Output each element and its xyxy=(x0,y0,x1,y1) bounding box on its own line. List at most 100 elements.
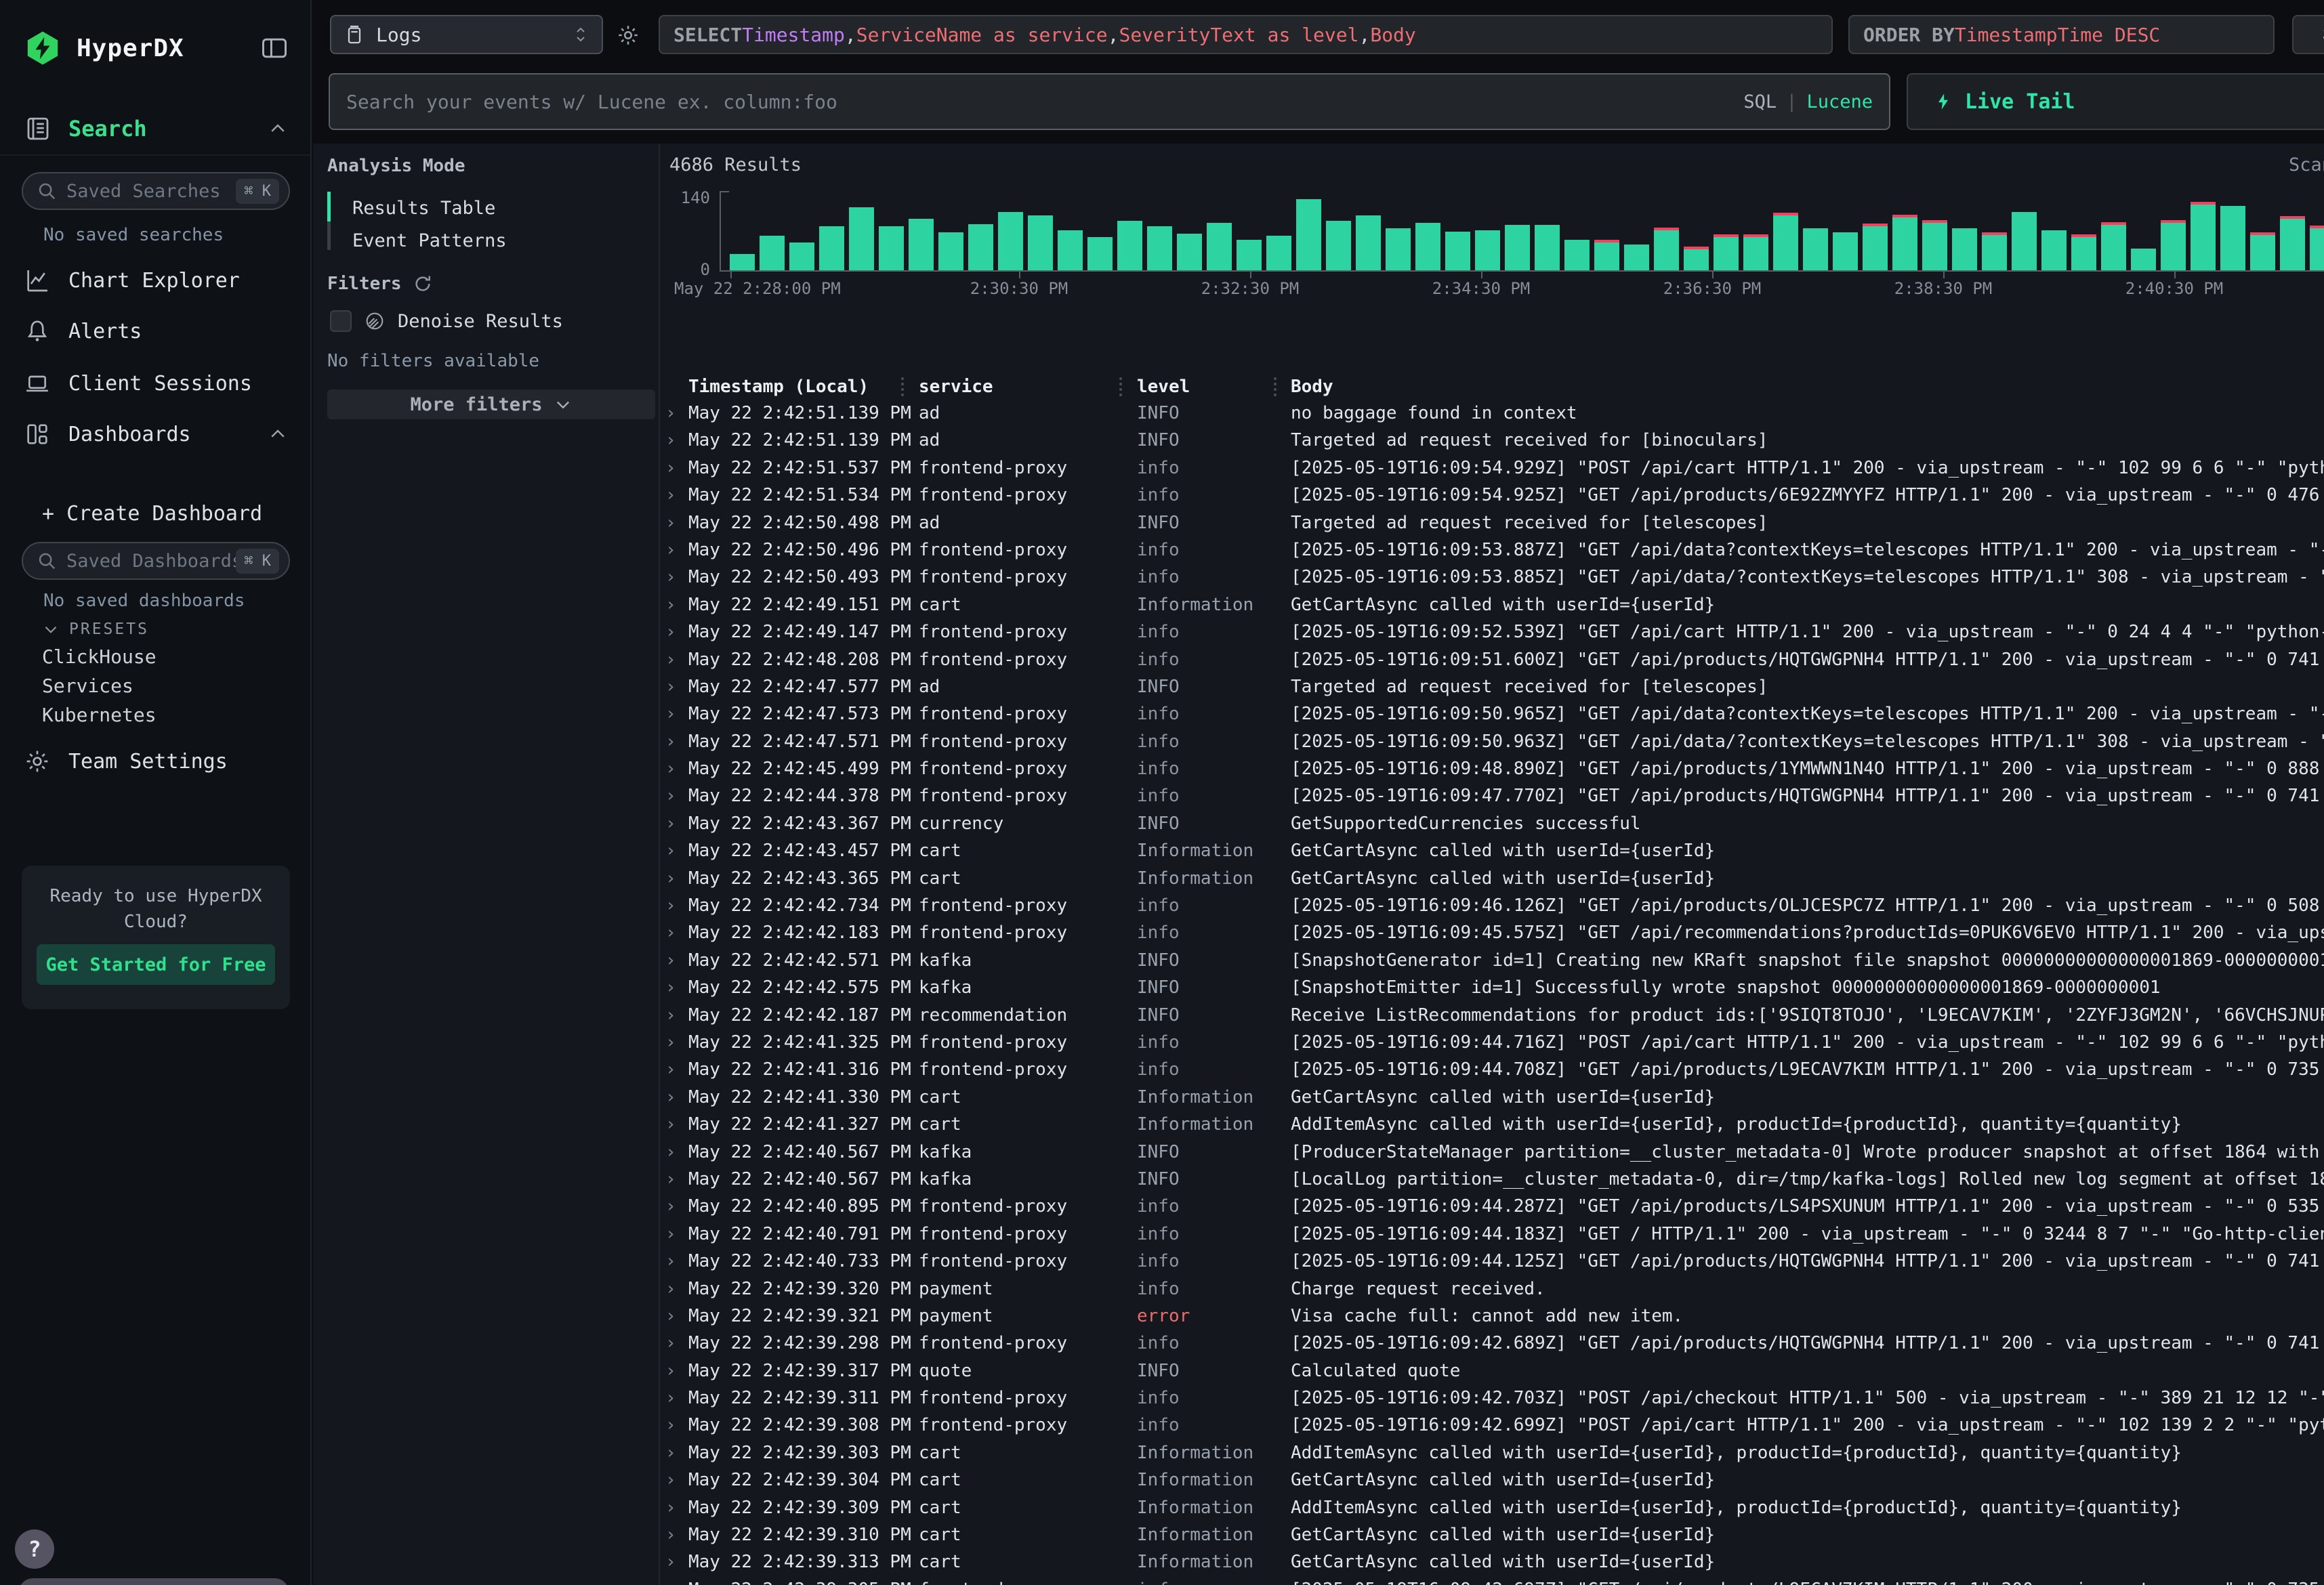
denoise-results-checkbox[interactable]: Denoise Results xyxy=(330,310,563,332)
chart-bar[interactable] xyxy=(1833,232,1858,270)
table-row[interactable]: ›May 22 2:42:40.567 PMkafkaINFO[LocalLog… xyxy=(664,1166,2324,1193)
row-expand-chevron-icon[interactable]: › xyxy=(665,755,676,782)
chart-bar[interactable] xyxy=(1594,240,1619,270)
table-row[interactable]: ›May 22 2:42:44.378 PMfrontend-proxyinfo… xyxy=(664,782,2324,809)
help-button[interactable]: ? xyxy=(15,1529,54,1569)
mode-lucene-toggle[interactable]: Lucene xyxy=(1806,91,1873,112)
row-expand-chevron-icon[interactable]: › xyxy=(665,427,676,454)
table-row[interactable]: ›May 22 2:42:39.308 PMfrontend-proxyinfo… xyxy=(664,1412,2324,1439)
chart-bar[interactable] xyxy=(2041,230,2067,270)
table-row[interactable]: ›May 22 2:42:39.317 PMquoteINFOCalculate… xyxy=(664,1357,2324,1385)
table-row[interactable]: ›May 22 2:42:45.499 PMfrontend-proxyinfo… xyxy=(664,755,2324,782)
row-expand-chevron-icon[interactable]: › xyxy=(665,1248,676,1275)
table-row[interactable]: ›May 22 2:42:42.571 PMkafkaINFO[Snapshot… xyxy=(664,947,2324,974)
chart-bar[interactable] xyxy=(968,224,993,270)
row-expand-chevron-icon[interactable]: › xyxy=(665,1193,676,1220)
chart-bar[interactable] xyxy=(1058,230,1083,270)
preset-kubernetes[interactable]: Kubernetes xyxy=(42,704,157,726)
chart-bar[interactable] xyxy=(2191,202,2216,270)
row-expand-chevron-icon[interactable]: › xyxy=(665,1084,676,1111)
row-expand-chevron-icon[interactable]: › xyxy=(665,1029,676,1056)
chart-bar[interactable] xyxy=(2101,222,2126,270)
chart-bar[interactable] xyxy=(1714,234,1739,270)
table-row[interactable]: ›May 22 2:42:42.734 PMfrontend-proxyinfo… xyxy=(664,892,2324,919)
mode-event-patterns[interactable]: Event Patterns xyxy=(352,230,507,251)
chart-bar[interactable] xyxy=(1505,225,1530,270)
sidebar-collapse-icon[interactable] xyxy=(257,31,291,65)
row-expand-chevron-icon[interactable]: › xyxy=(665,810,676,837)
row-expand-chevron-icon[interactable]: › xyxy=(665,673,676,700)
sidebar-item-team-settings[interactable]: Team Settings xyxy=(24,744,288,779)
row-expand-chevron-icon[interactable]: › xyxy=(665,1521,676,1548)
row-expand-chevron-icon[interactable]: › xyxy=(665,728,676,755)
chart-bar[interactable] xyxy=(1654,228,1679,270)
chart-bar[interactable] xyxy=(2220,206,2245,270)
create-dashboard-button[interactable]: + Create Dashboard xyxy=(42,496,306,531)
table-row[interactable]: ›May 22 2:42:50.496 PMfrontend-proxyinfo… xyxy=(664,536,2324,564)
chart-bar[interactable] xyxy=(1415,223,1440,270)
chart-bar[interactable] xyxy=(1266,236,1291,270)
row-expand-chevron-icon[interactable]: › xyxy=(665,1166,676,1193)
chart-bar[interactable] xyxy=(1803,228,1828,270)
chart-bar[interactable] xyxy=(1535,225,1560,270)
sidebar-item-chart-explorer[interactable]: Chart Explorer xyxy=(24,263,288,298)
table-row[interactable]: ›May 22 2:42:39.310 PMcartInformationGet… xyxy=(664,1521,2324,1548)
sidebar-item-search[interactable]: Search xyxy=(24,114,288,144)
row-expand-chevron-icon[interactable]: › xyxy=(665,591,676,618)
chart-bar[interactable] xyxy=(2310,226,2324,270)
table-row[interactable]: ›May 22 2:42:51.537 PMfrontend-proxyinfo… xyxy=(664,455,2324,482)
chart-bar[interactable] xyxy=(2280,216,2305,270)
row-expand-chevron-icon[interactable]: › xyxy=(665,400,676,427)
chart-bar[interactable] xyxy=(879,226,904,270)
row-expand-chevron-icon[interactable]: › xyxy=(665,974,676,1001)
chart-bar[interactable] xyxy=(1564,240,1590,271)
row-expand-chevron-icon[interactable]: › xyxy=(665,892,676,919)
table-row[interactable]: ›May 22 2:42:39.321 PMpaymenterrorVisa c… xyxy=(664,1303,2324,1330)
chart-bar[interactable] xyxy=(1892,215,1917,270)
table-row[interactable]: ›May 22 2:42:51.139 PMadINFOno baggage f… xyxy=(664,400,2324,427)
row-expand-chevron-icon[interactable]: › xyxy=(665,646,676,673)
chart-bar[interactable] xyxy=(2012,212,2037,270)
table-row[interactable]: ›May 22 2:42:39.320 PMpaymentinfoCharge … xyxy=(664,1275,2324,1303)
column-resize-handle[interactable] xyxy=(1119,377,1122,396)
col-body[interactable]: Body xyxy=(1291,374,1333,400)
table-row[interactable]: ›May 22 2:42:50.493 PMfrontend-proxyinfo… xyxy=(664,564,2324,591)
saved-searches-input[interactable]: Saved Searches ⌘ K xyxy=(22,172,290,210)
chart-bar[interactable] xyxy=(789,242,814,270)
row-expand-chevron-icon[interactable]: › xyxy=(665,782,676,809)
chart-bar[interactable] xyxy=(1207,223,1232,270)
table-row[interactable]: ›May 22 2:42:51.534 PMfrontend-proxyinfo… xyxy=(664,482,2324,509)
chart-bar[interactable] xyxy=(1028,215,1053,270)
chart-bar[interactable] xyxy=(1445,232,1470,270)
row-expand-chevron-icon[interactable]: › xyxy=(665,564,676,591)
checkbox[interactable] xyxy=(330,310,352,332)
chart-bar[interactable] xyxy=(1475,230,1500,270)
chart-bar[interactable] xyxy=(849,207,874,270)
row-expand-chevron-icon[interactable]: › xyxy=(665,919,676,946)
row-expand-chevron-icon[interactable]: › xyxy=(665,1056,676,1083)
row-expand-chevron-icon[interactable]: › xyxy=(665,536,676,564)
col-service[interactable]: service xyxy=(919,374,993,400)
col-timestamp[interactable]: Timestamp (Local) xyxy=(688,374,869,400)
table-row[interactable]: ›May 22 2:42:47.573 PMfrontend-proxyinfo… xyxy=(664,700,2324,727)
preset-services[interactable]: Services xyxy=(42,675,133,697)
column-resize-handle[interactable] xyxy=(901,377,904,396)
save-button[interactable]: Save xyxy=(2292,15,2324,54)
select-query[interactable]: SELECT Timestamp, ServiceName as service… xyxy=(659,15,1833,54)
chart-bar[interactable] xyxy=(1237,240,1262,271)
refresh-icon[interactable] xyxy=(413,274,433,294)
table-row[interactable]: ›May 22 2:42:42.183 PMfrontend-proxyinfo… xyxy=(664,919,2324,946)
chart-bar[interactable] xyxy=(730,254,755,270)
table-row[interactable]: ›May 22 2:42:41.316 PMfrontend-proxyinfo… xyxy=(664,1056,2324,1083)
row-expand-chevron-icon[interactable]: › xyxy=(665,1275,676,1303)
more-filters-button[interactable]: More filters xyxy=(327,389,655,419)
row-expand-chevron-icon[interactable]: › xyxy=(665,1466,676,1494)
table-row[interactable]: ›May 22 2:42:47.571 PMfrontend-proxyinfo… xyxy=(664,728,2324,755)
table-row[interactable]: ›May 22 2:42:40.733 PMfrontend-proxyinfo… xyxy=(664,1248,2324,1275)
sidebar-item-alerts[interactable]: Alerts xyxy=(24,314,288,349)
order-by-input[interactable]: ORDER BY TimestampTime DESC xyxy=(1848,15,2275,54)
app-logo[interactable]: HyperDX xyxy=(24,27,291,69)
chart-bar[interactable] xyxy=(1684,247,1709,270)
row-expand-chevron-icon[interactable]: › xyxy=(665,1111,676,1138)
row-expand-chevron-icon[interactable]: › xyxy=(665,1385,676,1412)
